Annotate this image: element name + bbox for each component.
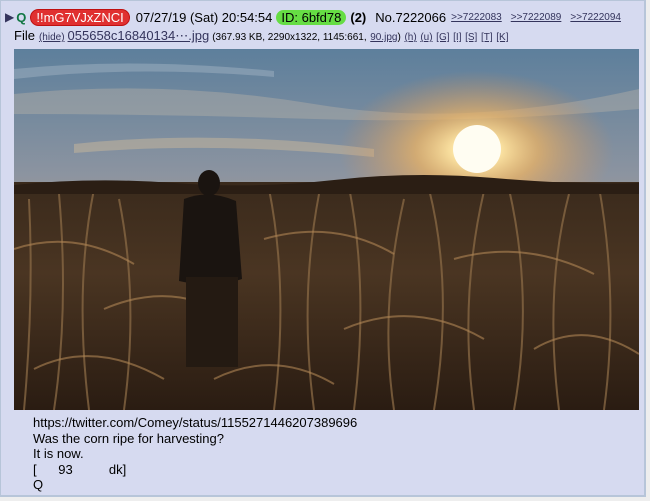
post-count: (2) [350,9,367,25]
poster-id-badge[interactable]: ID: 6bfd78 [276,9,347,25]
tool-iqdb-link[interactable]: [I] [453,32,461,43]
tool-h-link[interactable]: (h) [404,32,416,43]
message-line-3: It is now. [33,446,84,461]
post-image[interactable] [14,49,639,410]
backlink-2[interactable]: >>7222089 [511,12,562,23]
post-message: https://twitter.com/Comey/status/1155271… [33,415,357,493]
message-line-2: Was the corn ripe for harvesting? [33,430,224,446]
message-signature: Q [33,477,44,492]
backlink-3[interactable]: >>7222094 [570,12,621,23]
post-container: ▶ Q !!mG7VJxZNCI 07/27/19 (Sat) 20:54:54… [0,0,646,497]
message-line-4: [ 93 dk] [33,461,127,477]
post-number-link[interactable]: No.7222066 [375,10,446,25]
hide-image-link[interactable]: (hide) [39,32,65,43]
post-header: ▶ Q !!mG7VJxZNCI 07/27/19 (Sat) 20:54:54… [5,8,630,26]
tripcode-badge[interactable]: !!mG7VJxZNCI [30,8,130,26]
tweet-link[interactable]: https://twitter.com/Comey/status/1155271… [33,415,357,431]
poster-name: Q [16,9,27,25]
sunset-cornfield-photo [14,49,639,410]
thumbnail-link[interactable]: 90.jpg [370,32,397,43]
tool-u-link[interactable]: (u) [420,32,432,43]
file-info-line: File (hide) 055658c16840134⋯.jpg (367.93… [14,28,509,44]
tool-google-link[interactable]: [G] [436,32,449,43]
file-label: File [14,28,35,43]
tool-saucenao-link[interactable]: [S] [465,32,477,43]
post-datetime: 07/27/19 (Sat) 20:54:54 [135,9,273,25]
file-meta: (367.93 KB, 2290x1322, 1145:661, [212,32,367,43]
tool-tineye-link[interactable]: [T] [481,32,493,43]
expand-arrow-icon[interactable]: ▶ [5,10,14,24]
backlink-1[interactable]: >>7222083 [451,12,502,23]
file-name-link[interactable]: 055658c16840134⋯.jpg [68,28,210,44]
file-meta-close: ) [397,32,401,43]
tool-karma-link[interactable]: [K] [496,32,508,43]
